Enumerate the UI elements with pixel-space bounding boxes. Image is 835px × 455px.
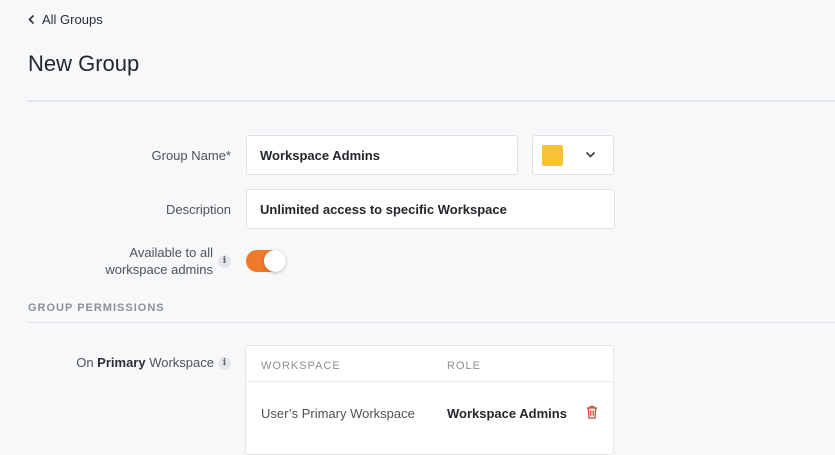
row-workspace-cell: User’s Primary Workspace <box>261 406 415 421</box>
page-title: New Group <box>28 51 140 76</box>
chevron-down-icon <box>585 151 596 158</box>
permissions-table: WORKSPACE ROLE User’s Primary Workspace … <box>245 345 614 455</box>
group-color-select[interactable] <box>532 135 614 175</box>
back-to-all-groups-link[interactable]: All Groups <box>27 12 103 27</box>
available-to-all-toggle[interactable] <box>246 250 286 272</box>
group-name-input[interactable] <box>246 135 518 175</box>
on-label-suffix: Workspace <box>145 355 214 370</box>
available-label: Available to all workspace admins <box>13 244 213 278</box>
description-input[interactable] <box>246 189 615 229</box>
description-label: Description <box>165 202 231 217</box>
group-color-swatch <box>542 145 563 166</box>
column-header-role: ROLE <box>447 360 481 372</box>
column-header-workspace: WORKSPACE <box>261 360 341 372</box>
table-header-divider <box>246 381 613 382</box>
on-label-prefix: On <box>76 355 98 370</box>
section-divider <box>27 322 835 323</box>
group-name-label: Group Name* <box>151 148 231 163</box>
available-label-line2: workspace admins <box>105 262 213 277</box>
available-info-icon[interactable]: i <box>218 255 231 268</box>
trash-icon[interactable] <box>586 405 598 419</box>
available-label-line1: Available to all <box>129 245 213 260</box>
toggle-knob <box>264 250 286 272</box>
back-link-label: All Groups <box>42 12 103 27</box>
group-permissions-heading: GROUP PERMISSIONS <box>28 302 165 314</box>
primary-workspace-info-icon[interactable]: i <box>218 357 231 370</box>
header-divider <box>27 100 835 102</box>
chevron-left-icon <box>28 14 35 25</box>
on-primary-workspace-label: On Primary Workspace <box>0 355 214 370</box>
on-label-bold: Primary <box>97 355 146 370</box>
row-role-cell: Workspace Admins <box>447 406 567 421</box>
